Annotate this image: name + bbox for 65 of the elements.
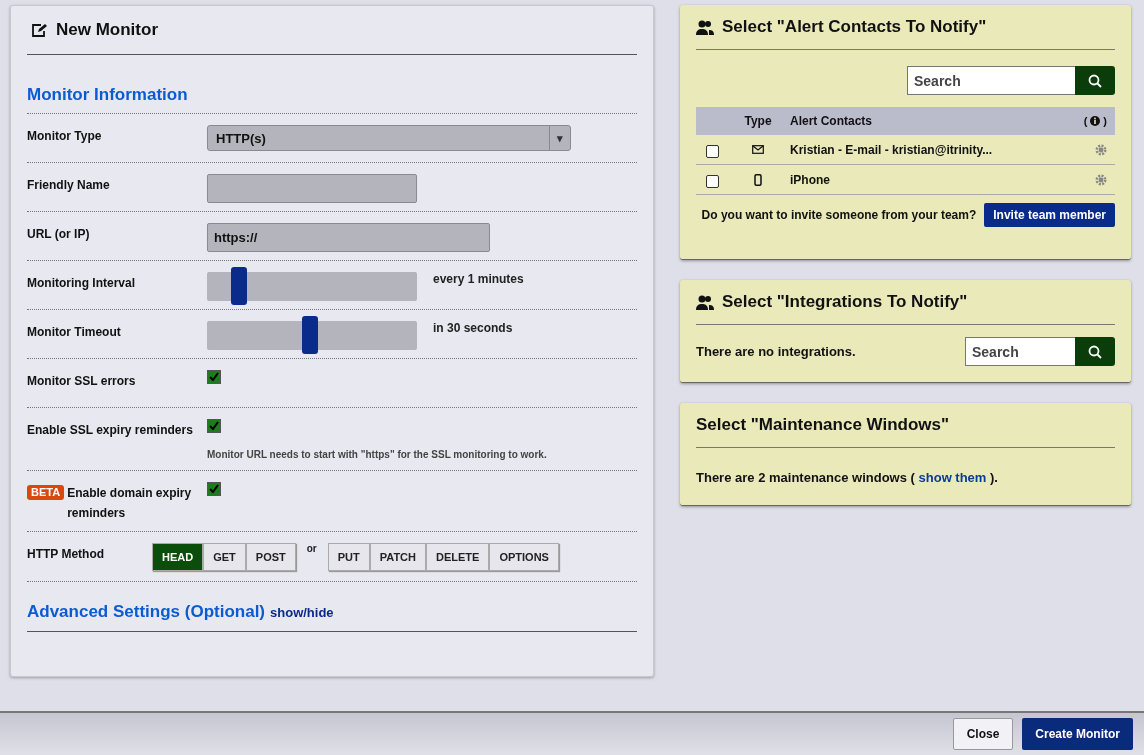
input-field[interactable]: [207, 174, 417, 203]
checkbox[interactable]: [705, 145, 719, 158]
search-icon[interactable]: [1088, 344, 1102, 359]
method-button[interactable]: DELETE: [426, 543, 490, 571]
field-label: HTTP Method: [27, 546, 105, 563]
field-label: Monitor Type: [27, 128, 102, 145]
show-hide-link[interactable]: show/hide: [270, 605, 334, 620]
envelope-icon: [752, 145, 764, 154]
invite-button[interactable]: Invite team member: [984, 203, 1115, 227]
panel-title: New Monitor: [56, 20, 158, 40]
contact-name: Kristian - E-mail - kristian@itrinity...: [789, 142, 994, 157]
method-button[interactable]: POST: [245, 543, 296, 571]
users-icon: [696, 294, 714, 310]
method-button[interactable]: PATCH: [369, 543, 426, 571]
search-icon[interactable]: [1088, 73, 1102, 88]
settings-icon[interactable]: [1095, 143, 1107, 156]
show-them-link[interactable]: show them: [918, 470, 987, 485]
contact-name: iPhone: [789, 172, 831, 187]
column-header: Type: [743, 114, 773, 128]
field-label: Monitor Timeout: [27, 324, 121, 341]
panel-title: Select "Integrations To Notify": [722, 292, 968, 312]
phone-icon: [754, 173, 762, 186]
checkbox[interactable]: [207, 370, 221, 384]
slider-reading: every 1 minutes: [433, 272, 524, 286]
slider-handle[interactable]: [230, 267, 247, 305]
slider-reading: in 30 seconds: [433, 321, 513, 335]
section-title: Advanced Settings (Optional): [27, 602, 266, 622]
close-button[interactable]: Close: [952, 718, 1014, 750]
method-button[interactable]: HEAD: [152, 543, 204, 571]
checkbox[interactable]: [207, 482, 221, 496]
beta-badge: BETA: [27, 485, 65, 500]
monitor-type-select[interactable]: HTTP(s) ▾: [207, 125, 571, 151]
search-button[interactable]: [1075, 337, 1115, 366]
method-button[interactable]: OPTIONS: [489, 543, 559, 571]
invite-text: Do you want to invite someone from your team?: [701, 208, 977, 222]
edit-icon: [31, 22, 48, 38]
settings-icon[interactable]: [1095, 173, 1107, 186]
panel-title: Select "Maintenance Windows": [696, 415, 950, 435]
field-label: Enable SSL expiry reminders: [27, 422, 193, 439]
field-label: Friendly Name: [27, 177, 110, 194]
field-label: Monitor SSL errors: [27, 373, 136, 390]
info-icon: [1090, 116, 1101, 126]
checkbox[interactable]: [705, 175, 719, 188]
panel-title: Select "Alert Contacts To Notify": [722, 17, 987, 37]
slider-handle[interactable]: [301, 316, 318, 354]
hint-text: Monitor URL needs to start with "https" for the SSL monitoring to work.: [207, 449, 548, 460]
checkbox[interactable]: [207, 419, 221, 433]
paren-text: (: [1083, 115, 1088, 127]
url-field[interactable]: https://: [207, 223, 490, 252]
search-field[interactable]: Search: [965, 337, 1075, 366]
field-label: Monitoring Interval: [27, 275, 135, 292]
create-monitor-button[interactable]: Create Monitor: [1022, 718, 1133, 750]
or-label: or: [305, 543, 318, 554]
section-title: Monitor Information: [27, 55, 637, 114]
paren-text: ): [1103, 115, 1107, 127]
users-icon: [696, 19, 714, 35]
field-label: Enable domain expiry reminders: [67, 485, 193, 522]
method-button[interactable]: GET: [203, 543, 246, 571]
method-button[interactable]: PUT: [327, 543, 370, 571]
column-header: Alert Contacts: [789, 114, 873, 128]
search-field[interactable]: Search: [907, 66, 1075, 95]
search-button[interactable]: [1075, 66, 1115, 95]
empty-message: There are no integrations.: [696, 344, 856, 359]
field-label: URL (or IP): [27, 226, 90, 243]
maintenance-text: There are 2 maintenance windows ( show them ).: [696, 470, 998, 485]
